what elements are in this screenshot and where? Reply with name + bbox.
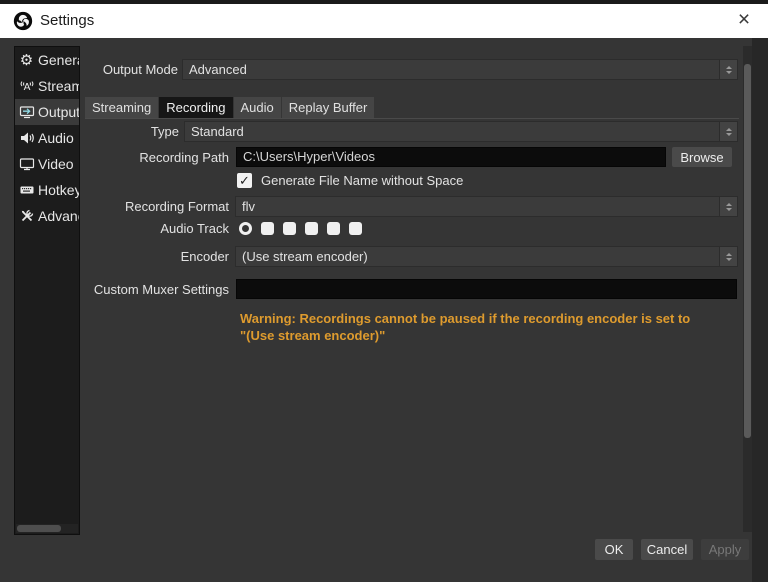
recording-format-label: Recording Format (86, 196, 229, 217)
audio-track-label: Audio Track (86, 218, 229, 239)
audio-track-2-toggle[interactable] (261, 222, 274, 235)
sidebar-item-hotkeys[interactable]: Hotkeys (15, 177, 79, 203)
audio-track-5-toggle[interactable] (327, 222, 340, 235)
custom-muxer-input[interactable] (236, 279, 737, 299)
type-label: Type (86, 121, 179, 142)
sidebar-item-audio[interactable]: Audio (15, 125, 79, 151)
sidebar-scrollbar-handle[interactable] (17, 525, 61, 532)
output-tab-bar: StreamingRecordingAudioReplay Buffer (85, 97, 374, 118)
browse-button[interactable]: Browse (672, 147, 732, 167)
vertical-scrollbar[interactable] (743, 46, 752, 532)
sidebar-item-output[interactable]: Output (15, 99, 79, 125)
sidebar-item-video[interactable]: Video (15, 151, 79, 177)
sidebar-item-label: Advanced (38, 208, 79, 224)
sidebar-item-label: Hotkeys (38, 182, 79, 198)
sidebar-item-general[interactable]: ⚙General (15, 47, 79, 73)
encoder-select[interactable]: (Use stream encoder) (235, 246, 738, 267)
generate-no-space-row[interactable]: ✓ Generate File Name without Space (237, 172, 463, 188)
output-icon (18, 104, 35, 120)
dialog-body: ⚙General A Stream Output Audio Video Hotkeys Ad… (0, 38, 768, 582)
sidebar-item-label: Output (38, 104, 79, 120)
recording-format-select[interactable]: flv (235, 196, 738, 217)
ok-button[interactable]: OK (595, 539, 633, 560)
dropdown-arrows-icon (719, 122, 737, 141)
tab-recording[interactable]: Recording (159, 97, 232, 118)
keyboard-icon (18, 182, 35, 198)
audio-track-1-toggle[interactable] (239, 222, 252, 235)
sidebar-horizontal-scrollbar[interactable] (16, 524, 78, 533)
recording-path-label: Recording Path (86, 147, 229, 168)
gear-icon: ⚙ (18, 52, 35, 68)
vertical-scrollbar-handle[interactable] (744, 64, 751, 438)
audio-track-6-toggle[interactable] (349, 222, 362, 235)
obs-logo-icon (13, 11, 33, 31)
dropdown-arrows-icon (719, 197, 737, 216)
settings-window: Settings × ⚙General A Stream Output Audio Vid… (0, 0, 768, 582)
tab-audio[interactable]: Audio (234, 97, 281, 118)
output-mode-label: Output Mode (86, 59, 178, 80)
dropdown-arrows-icon (719, 60, 737, 79)
audio-track-selector (239, 222, 362, 235)
tools-icon (18, 208, 35, 224)
tab-pane-divider (85, 118, 739, 119)
monitor-icon (18, 156, 35, 172)
audio-track-3-toggle[interactable] (283, 222, 296, 235)
generate-no-space-label: Generate File Name without Space (261, 173, 463, 188)
type-select[interactable]: Standard (184, 121, 738, 142)
titlebar[interactable]: Settings × (0, 4, 768, 38)
encoder-value: (Use stream encoder) (242, 249, 368, 264)
output-mode-select[interactable]: Advanced (182, 59, 738, 80)
close-button[interactable]: × (722, 4, 766, 38)
sidebar-item-label: Video (38, 156, 74, 172)
audio-track-4-toggle[interactable] (305, 222, 318, 235)
tab-replay-buffer[interactable]: Replay Buffer (282, 97, 375, 118)
recording-format-value: flv (242, 199, 255, 214)
generate-no-space-checkbox[interactable]: ✓ (237, 173, 252, 188)
apply-button[interactable]: Apply (701, 539, 749, 560)
window-title: Settings (40, 4, 94, 38)
right-edge-strip (752, 38, 768, 582)
sidebar-list: ⚙General A Stream Output Audio Video Hotkeys Ad… (14, 46, 80, 535)
speaker-icon (18, 130, 35, 146)
sidebar-item-stream[interactable]: A Stream (15, 73, 79, 99)
sidebar-item-label: Stream (38, 78, 79, 94)
svg-text:A: A (23, 82, 30, 93)
recording-path-input[interactable]: C:\Users\Hyper\Videos (236, 147, 666, 167)
encoder-label: Encoder (86, 246, 229, 267)
broadcast-icon: A (18, 78, 35, 94)
tab-streaming[interactable]: Streaming (85, 97, 158, 118)
cancel-button[interactable]: Cancel (641, 539, 693, 560)
custom-muxer-label: Custom Muxer Settings (86, 279, 229, 300)
dropdown-arrows-icon (719, 247, 737, 266)
output-mode-value: Advanced (189, 62, 247, 77)
sidebar-item-label: General (38, 52, 79, 68)
type-value: Standard (191, 124, 244, 139)
recording-warning-text: Warning: Recordings cannot be paused if … (240, 310, 732, 344)
sidebar-item-label: Audio (38, 130, 74, 146)
sidebar-item-advanced[interactable]: Advanced (15, 203, 79, 229)
